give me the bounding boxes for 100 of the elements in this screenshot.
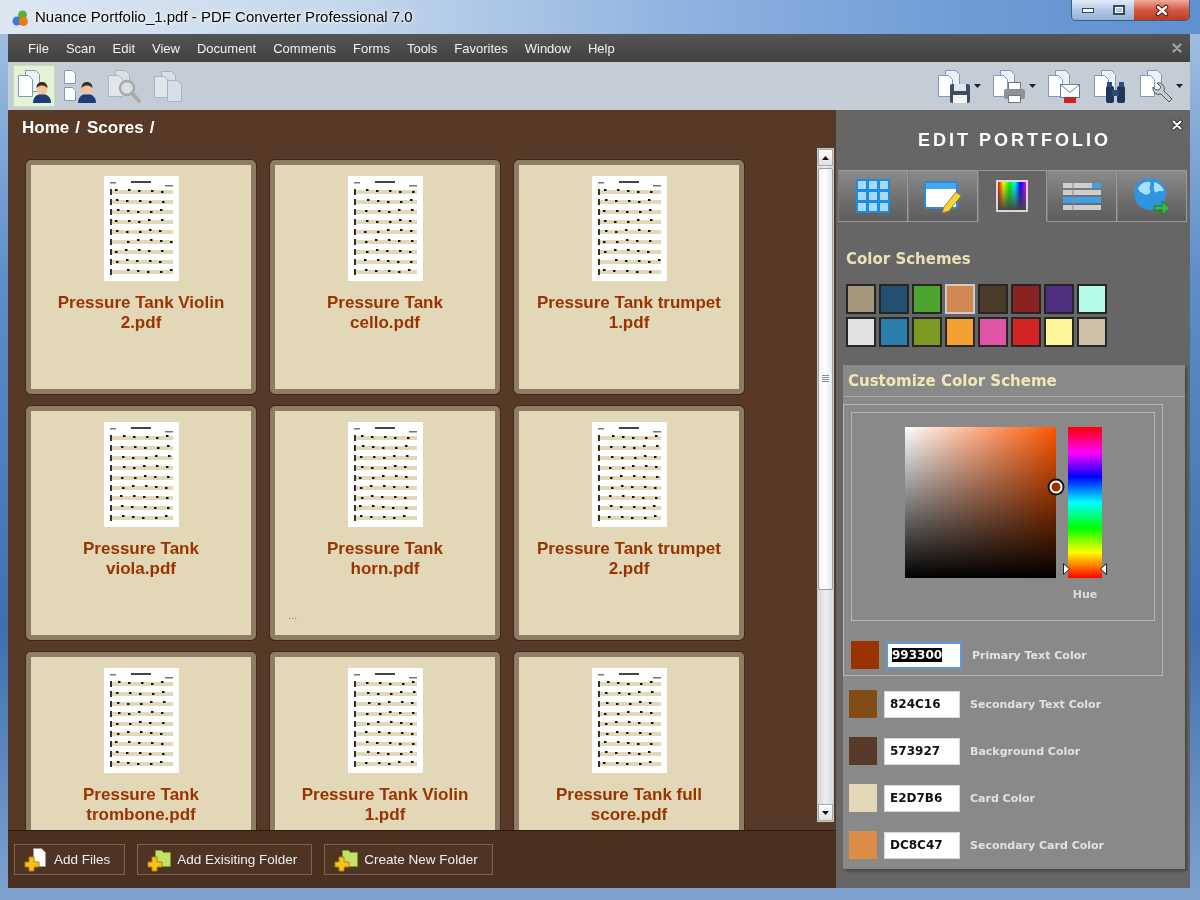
- file-card[interactable]: Pressure Tank trumpet 1.pdf: [514, 160, 744, 394]
- menu-item[interactable]: Scan: [57, 38, 104, 58]
- panel-tab[interactable]: [977, 170, 1048, 222]
- file-card[interactable]: Pressure Tank horn.pdf ...: [270, 406, 500, 640]
- hex-input-field[interactable]: 573927: [884, 737, 960, 765]
- wrench-icon: [1138, 68, 1174, 104]
- spectrum-icon: [995, 179, 1030, 213]
- more-indicator: ...: [288, 609, 298, 621]
- maximize-icon: [1112, 5, 1125, 15]
- swatch-icon[interactable]: [912, 317, 942, 347]
- file-name: Pressure Tank trumpet 1.pdf: [536, 293, 722, 333]
- menu-item[interactable]: Favorites: [446, 38, 516, 58]
- section-heading: Customize Color Scheme: [843, 365, 1185, 397]
- swatch-icon[interactable]: [1044, 317, 1074, 347]
- scroll-down-button[interactable]: [818, 804, 833, 821]
- color-label: Primary Text Color: [972, 648, 1087, 662]
- swatch-icon[interactable]: [945, 317, 975, 347]
- breadcrumb-link[interactable]: Home: [22, 118, 70, 138]
- caret-icon: [974, 84, 981, 88]
- swatch-icon[interactable]: [1077, 284, 1107, 314]
- file-plus-icon: [24, 847, 48, 872]
- panel-tab[interactable]: [1047, 170, 1118, 222]
- action-button[interactable]: Add Exisiting Folder: [137, 844, 313, 875]
- color-label: Card Color: [970, 791, 1035, 805]
- swatch-icon[interactable]: [879, 317, 909, 347]
- file-card[interactable]: Pressure Tank cello.pdf: [270, 160, 500, 394]
- panel-tab[interactable]: [1117, 170, 1187, 222]
- color-label: Secondary Card Color: [970, 838, 1105, 852]
- swatch-icon[interactable]: [1044, 284, 1074, 314]
- save-icon: [936, 68, 972, 104]
- file-card[interactable]: Pressure Tank viola.pdf: [26, 406, 256, 640]
- menu-item[interactable]: Tools: [398, 38, 446, 58]
- swatch-icon[interactable]: [846, 317, 876, 347]
- caret-icon: [1029, 84, 1036, 88]
- close-button[interactable]: [1134, 0, 1189, 20]
- breadcrumb-link[interactable]: Scores: [86, 118, 144, 138]
- menu-item[interactable]: Help: [580, 38, 623, 58]
- minimize-button[interactable]: [1072, 0, 1103, 20]
- menu-item[interactable]: Comments: [265, 38, 345, 58]
- menu-item[interactable]: View: [144, 38, 188, 58]
- form-edit-icon: [922, 178, 963, 214]
- breadcrumb-separator: /: [149, 118, 155, 138]
- panel-tab[interactable]: [907, 170, 978, 222]
- pages-person-icon: [61, 68, 97, 104]
- breadcrumb-separator: /: [75, 118, 80, 138]
- scroll-up-button[interactable]: [818, 149, 833, 166]
- panel-tab[interactable]: [838, 170, 908, 222]
- envelope-icon: [1046, 68, 1082, 104]
- swatch-icon[interactable]: [1011, 284, 1041, 314]
- binoculars-icon: [1092, 68, 1128, 104]
- hex-input-field[interactable]: 824C16: [884, 690, 960, 718]
- file-name: Pressure Tank horn.pdf: [326, 539, 444, 579]
- printer-icon: [991, 68, 1027, 104]
- hex-input-field[interactable]: DC8C47: [884, 831, 960, 859]
- swatch-icon[interactable]: [879, 284, 909, 314]
- window-title: Nuance Portfolio_1.pdf - PDF Converter Professional 7.0: [35, 8, 413, 25]
- swatch-icon[interactable]: [1011, 317, 1041, 347]
- hex-input-field[interactable]: E2D7B6: [884, 784, 960, 812]
- menu-item[interactable]: Window: [516, 38, 579, 58]
- file-name: Pressure Tank Violin 2.pdf: [56, 293, 226, 333]
- action-button[interactable]: Create New Folder: [324, 844, 493, 875]
- hue-label: Hue: [1072, 588, 1098, 601]
- swatch-icon[interactable]: [846, 284, 876, 314]
- close-icon: [1171, 119, 1183, 131]
- menu-item[interactable]: Edit: [104, 38, 143, 58]
- file-card[interactable]: Pressure Tank trumpet 2.pdf: [514, 406, 744, 640]
- close-icon: [1154, 3, 1169, 17]
- toolbar-button[interactable]: [13, 65, 55, 107]
- swatch-icon[interactable]: [978, 284, 1008, 314]
- file-card[interactable]: Pressure Tank Violin 1.pdf: [270, 652, 500, 830]
- folder-plus-icon: [147, 847, 172, 872]
- file-card[interactable]: Pressure Tank trombone.pdf: [26, 652, 256, 830]
- color-picker-handle[interactable]: [1047, 478, 1065, 497]
- close-icon: [1172, 43, 1182, 53]
- scrollbar-thumb[interactable]: [818, 168, 833, 590]
- documents-person-icon: [16, 68, 52, 104]
- file-name: Pressure Tank viola.pdf: [82, 539, 200, 579]
- file-card[interactable]: Pressure Tank Violin 2.pdf: [26, 160, 256, 394]
- file-name: Pressure Tank cello.pdf: [326, 293, 444, 333]
- maximize-button[interactable]: [1103, 0, 1134, 20]
- up-arrow-icon: [822, 155, 829, 160]
- menu-item[interactable]: Forms: [345, 38, 398, 58]
- hue-slider-thumb[interactable]: [1063, 562, 1107, 575]
- swatch-icon[interactable]: [912, 284, 942, 314]
- file-name: Pressure Tank Violin 1.pdf: [300, 785, 470, 825]
- color-label: Background Color: [970, 744, 1081, 758]
- swatch-icon[interactable]: [1077, 317, 1107, 347]
- action-button[interactable]: Add Files: [14, 844, 126, 875]
- hex-input-field[interactable]: 993300: [886, 641, 962, 669]
- caret-icon: [1176, 84, 1183, 88]
- swatch-icon[interactable]: [978, 317, 1008, 347]
- color-label: Secondary Text Color: [970, 697, 1102, 711]
- file-name: Pressure Tank full score.pdf: [554, 785, 704, 825]
- menu-item[interactable]: File: [20, 38, 57, 58]
- app-icon: [11, 9, 29, 27]
- file-name: Pressure Tank trumpet 2.pdf: [536, 539, 722, 579]
- menu-item[interactable]: Document: [188, 38, 265, 58]
- file-card[interactable]: Pressure Tank full score.pdf: [514, 652, 744, 830]
- close-button[interactable]: [1171, 119, 1183, 131]
- globe-arrow-icon: [1132, 176, 1173, 216]
